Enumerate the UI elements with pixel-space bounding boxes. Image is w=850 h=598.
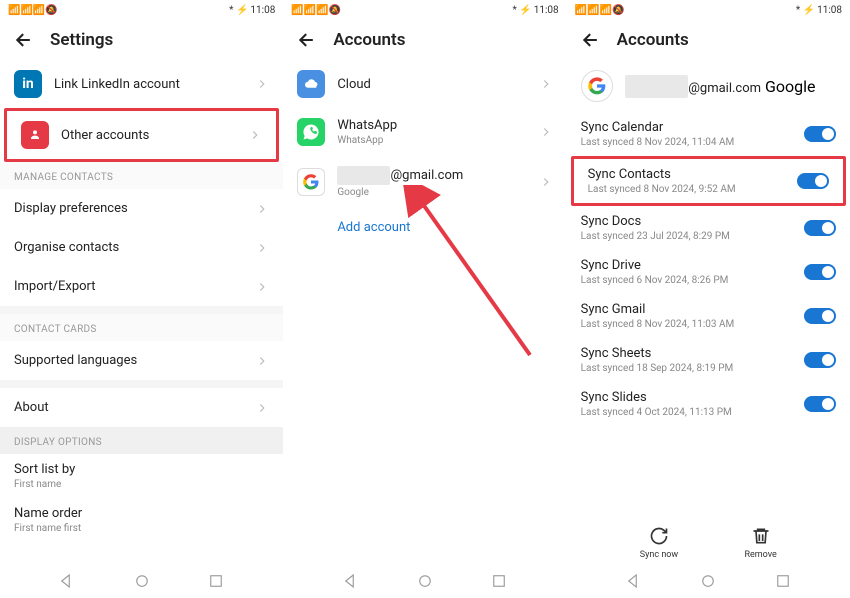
nav-home-icon[interactable]	[133, 572, 151, 590]
google-icon	[297, 168, 325, 196]
sync-calendar-toggle[interactable]	[804, 126, 836, 142]
link-linkedin-item[interactable]: in Link LinkedIn account	[0, 60, 283, 108]
sync-slides-toggle[interactable]	[804, 396, 836, 412]
page-title: Accounts	[617, 30, 689, 50]
email-redacted: xxxxxxx	[337, 166, 390, 185]
other-accounts-item[interactable]: Other accounts	[4, 108, 279, 162]
sync-now-button[interactable]: Sync now	[640, 526, 678, 560]
nav-back-icon[interactable]	[58, 572, 76, 590]
other-accounts-label: Other accounts	[61, 128, 248, 143]
nav-bar	[283, 564, 566, 598]
chevron-right-icon	[248, 128, 262, 142]
accounts-panel: 📶📶📶🔕 * ⚡11:08 Accounts Cloud WhatsApp Wh…	[283, 0, 566, 598]
status-right: * ⚡11:08	[229, 5, 275, 16]
action-bar: Sync now Remove	[567, 514, 850, 564]
remove-button[interactable]: Remove	[744, 526, 776, 560]
nav-bar	[567, 564, 850, 598]
sync-drive-toggle[interactable]	[804, 264, 836, 280]
sort-list-by-item[interactable]: Sort list by First name	[0, 454, 283, 498]
sync-slides-item[interactable]: Sync SlidesLast synced 4 Oct 2024, 11:13…	[567, 382, 850, 426]
nav-home-icon[interactable]	[699, 572, 717, 590]
sync-contacts-toggle[interactable]	[797, 173, 829, 189]
chevron-right-icon	[539, 175, 553, 189]
sync-contacts-item[interactable]: Sync ContactsLast synced 8 Nov 2024, 9:5…	[571, 156, 846, 206]
sync-docs-item[interactable]: Sync DocsLast synced 23 Jul 2024, 8:29 P…	[567, 206, 850, 250]
page-title: Settings	[50, 30, 113, 50]
add-account-button[interactable]: Add account	[283, 208, 566, 247]
sync-gmail-toggle[interactable]	[804, 308, 836, 324]
back-icon[interactable]	[581, 30, 601, 50]
import-export-item[interactable]: Import/Export	[0, 267, 283, 306]
back-icon[interactable]	[14, 30, 34, 50]
page-title: Accounts	[333, 30, 405, 50]
sync-panel: 📶📶📶🔕 * ⚡11:08 Accounts xxxxxxx@gmail.com…	[567, 0, 850, 598]
sync-drive-item[interactable]: Sync DriveLast synced 6 Nov 2024, 8:26 P…	[567, 250, 850, 294]
cloud-icon	[297, 70, 325, 98]
linkedin-icon: in	[14, 70, 42, 98]
back-icon[interactable]	[297, 30, 317, 50]
trash-icon	[751, 526, 771, 546]
section-manage-contacts: MANAGE CONTACTS	[0, 162, 283, 189]
sync-calendar-item[interactable]: Sync CalendarLast synced 8 Nov 2024, 11:…	[567, 112, 850, 156]
chevron-right-icon	[539, 77, 553, 91]
chevron-right-icon	[255, 401, 269, 415]
nav-back-icon[interactable]	[625, 572, 643, 590]
divider	[0, 306, 283, 314]
display-preferences-item[interactable]: Display preferences	[0, 189, 283, 228]
section-contact-cards: CONTACT CARDS	[0, 314, 283, 341]
status-bar: 📶📶📶🔕 * ⚡11:08	[0, 0, 283, 20]
nav-bar	[0, 564, 283, 598]
name-order-item[interactable]: Name order First name first	[0, 498, 283, 542]
status-left-icons: 📶📶📶🔕	[8, 5, 58, 16]
chevron-right-icon	[255, 202, 269, 216]
chevron-right-icon	[255, 280, 269, 294]
nav-recent-icon[interactable]	[774, 572, 792, 590]
supported-languages-item[interactable]: Supported languages	[0, 341, 283, 380]
sync-sheets-item[interactable]: Sync SheetsLast synced 18 Sep 2024, 8:19…	[567, 338, 850, 382]
status-bar: 📶📶📶🔕 * ⚡11:08	[283, 0, 566, 20]
chevron-right-icon	[255, 241, 269, 255]
nav-recent-icon[interactable]	[207, 572, 225, 590]
linkedin-label: Link LinkedIn account	[54, 77, 255, 92]
nav-recent-icon[interactable]	[490, 572, 508, 590]
whatsapp-account-item[interactable]: WhatsApp WhatsApp	[283, 108, 566, 156]
about-item[interactable]: About	[0, 388, 283, 427]
nav-back-icon[interactable]	[342, 572, 360, 590]
refresh-icon	[649, 526, 669, 546]
section-display-options: Display options	[0, 427, 283, 454]
email-redacted: xxxxxxx	[625, 75, 689, 98]
nav-home-icon[interactable]	[416, 572, 434, 590]
sync-sheets-toggle[interactable]	[804, 352, 836, 368]
chevron-right-icon	[255, 354, 269, 368]
account-header: xxxxxxx@gmail.com Google	[567, 60, 850, 112]
sync-gmail-item[interactable]: Sync GmailLast synced 8 Nov 2024, 11:03 …	[567, 294, 850, 338]
google-icon	[581, 70, 613, 102]
organise-contacts-item[interactable]: Organise contacts	[0, 228, 283, 267]
person-icon	[21, 121, 49, 149]
status-bar: 📶📶📶🔕 * ⚡11:08	[567, 0, 850, 20]
whatsapp-icon	[297, 118, 325, 146]
google-account-item[interactable]: xxxxxxx@gmail.com Google	[283, 156, 566, 208]
chevron-right-icon	[539, 125, 553, 139]
divider	[0, 380, 283, 388]
sync-docs-toggle[interactable]	[804, 220, 836, 236]
cloud-account-item[interactable]: Cloud	[283, 60, 566, 108]
settings-panel: 📶📶📶🔕 * ⚡11:08 Settings in Link LinkedIn …	[0, 0, 283, 598]
chevron-right-icon	[255, 77, 269, 91]
